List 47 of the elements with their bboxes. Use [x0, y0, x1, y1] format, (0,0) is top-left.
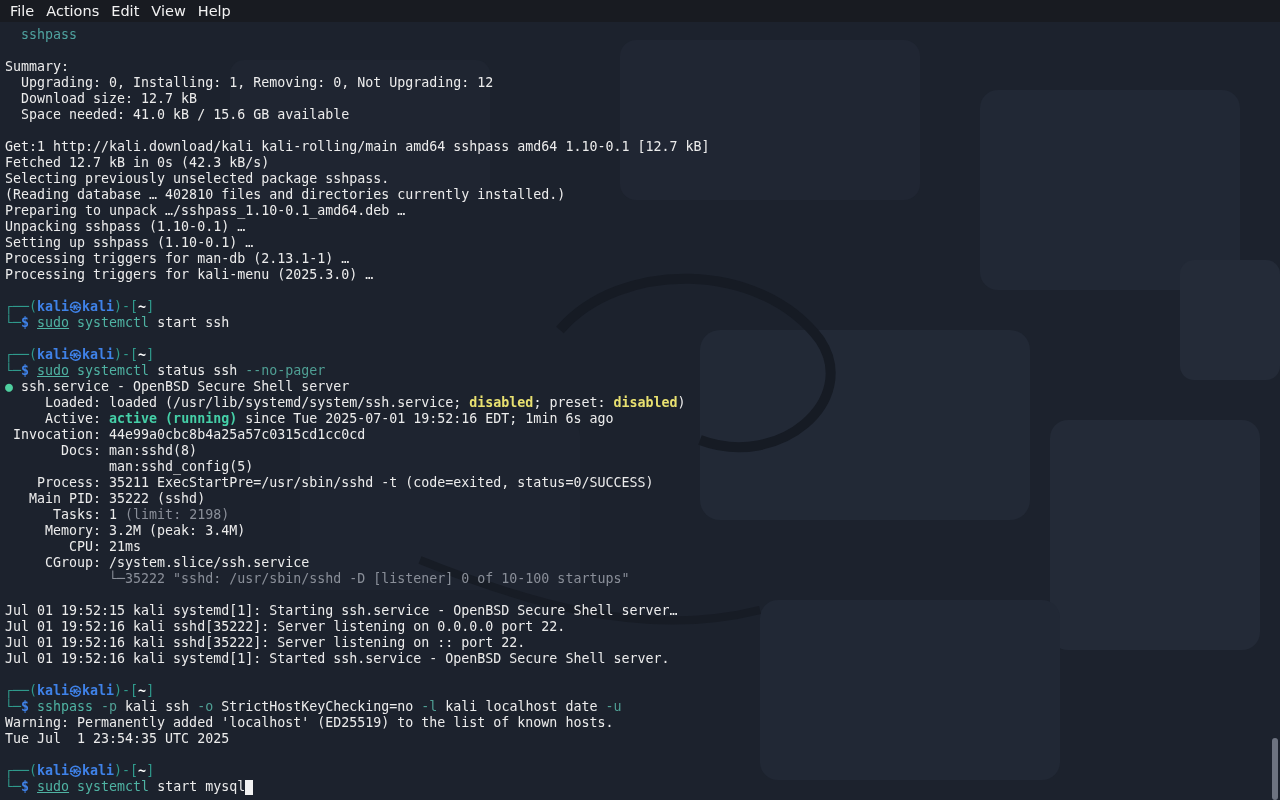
output-line: Loaded: loaded (/usr/lib/systemd/system/ssh.service; disabled; preset: disabled): [44, 395, 686, 411]
output-line: Upgrading: 0, Installing: 1, Removing: 0, Not Upgrading: 12: [20, 75, 494, 91]
output-line: ● ssh.service - OpenBSD Secure Shell server: [5, 379, 350, 395]
output-line: Processing triggers for man-db (2.13.1-1) …: [5, 251, 350, 267]
output-line: Tue Jul 1 23:54:35 UTC 2025: [5, 731, 230, 747]
output-line: Space needed: 41.0 kB / 15.6 GB available: [20, 107, 350, 123]
output-line: Tasks: 1 (limit: 2198): [52, 507, 230, 523]
output-line: man:sshd_config(5): [108, 459, 254, 475]
output-line: Processing triggers for kali-menu (2025.3.0) …: [5, 267, 374, 283]
output-line: Warning: Permanently added 'localhost' (ED25519) to the list of known hosts.: [5, 715, 614, 731]
output-line: (Reading database … 402810 files and directories currently installed.): [5, 187, 566, 203]
output-line: Main PID: 35222 (sshd): [28, 491, 206, 507]
output-line: Jul 01 19:52:15 kali systemd[1]: Starting ssh.service - OpenBSD Secure Shell server…: [5, 603, 678, 619]
output-line: Process: 35211 ExecStartPre=/usr/sbin/sshd -t (code=exited, status=0/SUCCESS): [36, 475, 654, 491]
output-line: Jul 01 19:52:16 kali sshd[35222]: Server listening on :: port 22.: [5, 635, 526, 651]
menu-item[interactable]: Edit: [105, 0, 146, 22]
output-line: Jul 01 19:52:16 kali sshd[35222]: Server listening on 0.0.0.0 port 22.: [5, 619, 566, 635]
output-line: Fetched 12.7 kB in 0s (42.3 kB/s): [5, 155, 270, 171]
output-line: Summary:: [5, 59, 70, 75]
scrollbar[interactable]: [1272, 738, 1278, 800]
output-line: sshpass: [20, 27, 78, 43]
output-line: CPU: 21ms: [68, 539, 142, 555]
output-line: └─35222 "sshd: /usr/sbin/sshd -D [listener] 0 of 10-100 startups": [108, 571, 630, 587]
output-line: Docs: man:sshd(8): [60, 443, 198, 459]
output-line: CGroup: /system.slice/ssh.service: [44, 555, 310, 571]
command-line: └─$ sudo systemctl status ssh --no-pager: [5, 363, 326, 379]
output-line: Preparing to unpack …/sshpass_1.10-0.1_amd64.deb …: [5, 203, 406, 219]
output-line: Selecting previously unselected package sshpass.: [5, 171, 390, 187]
command-line: └─$ sudo systemctl start mysql: [5, 779, 246, 795]
prompt-line: ┌──(kali㉿kali)-[~]: [5, 347, 155, 363]
output-line: Download size: 12.7 kB: [20, 91, 198, 107]
output-line: Get:1 http://kali.download/kali kali-rolling/main amd64 sshpass amd64 1.10-0.1 [12.7 kB]: [5, 139, 710, 155]
prompt-line: ┌──(kali㉿kali)-[~]: [5, 299, 155, 315]
command-line: └─$ sudo systemctl start ssh: [5, 315, 230, 331]
output-line: Invocation: 44e99a0cbc8b4a25a57c0315cd1cc0cd: [12, 427, 366, 443]
prompt-line: ┌──(kali㉿kali)-[~]: [5, 763, 155, 779]
output-line: Active: active (running) since Tue 2025-07-01 19:52:16 EDT; 1min 6s ago: [44, 411, 614, 427]
menu-item[interactable]: Actions: [40, 0, 106, 22]
menu-item[interactable]: View: [145, 0, 192, 22]
output-line: Setting up sshpass (1.10-0.1) …: [5, 235, 254, 251]
command-line: └─$ sshpass -p kali ssh -o StrictHostKeyChecking=no -l kali localhost date -u: [5, 699, 622, 715]
output-line: Memory: 3.2M (peak: 3.4M): [44, 523, 246, 539]
menu-item[interactable]: Help: [191, 0, 237, 22]
output-line: Jul 01 19:52:16 kali systemd[1]: Started ssh.service - OpenBSD Secure Shell server.: [5, 651, 670, 667]
output-line: Unpacking sshpass (1.10-0.1) …: [5, 219, 246, 235]
menu-item[interactable]: File: [4, 0, 41, 22]
prompt-line: ┌──(kali㉿kali)-[~]: [5, 683, 155, 699]
